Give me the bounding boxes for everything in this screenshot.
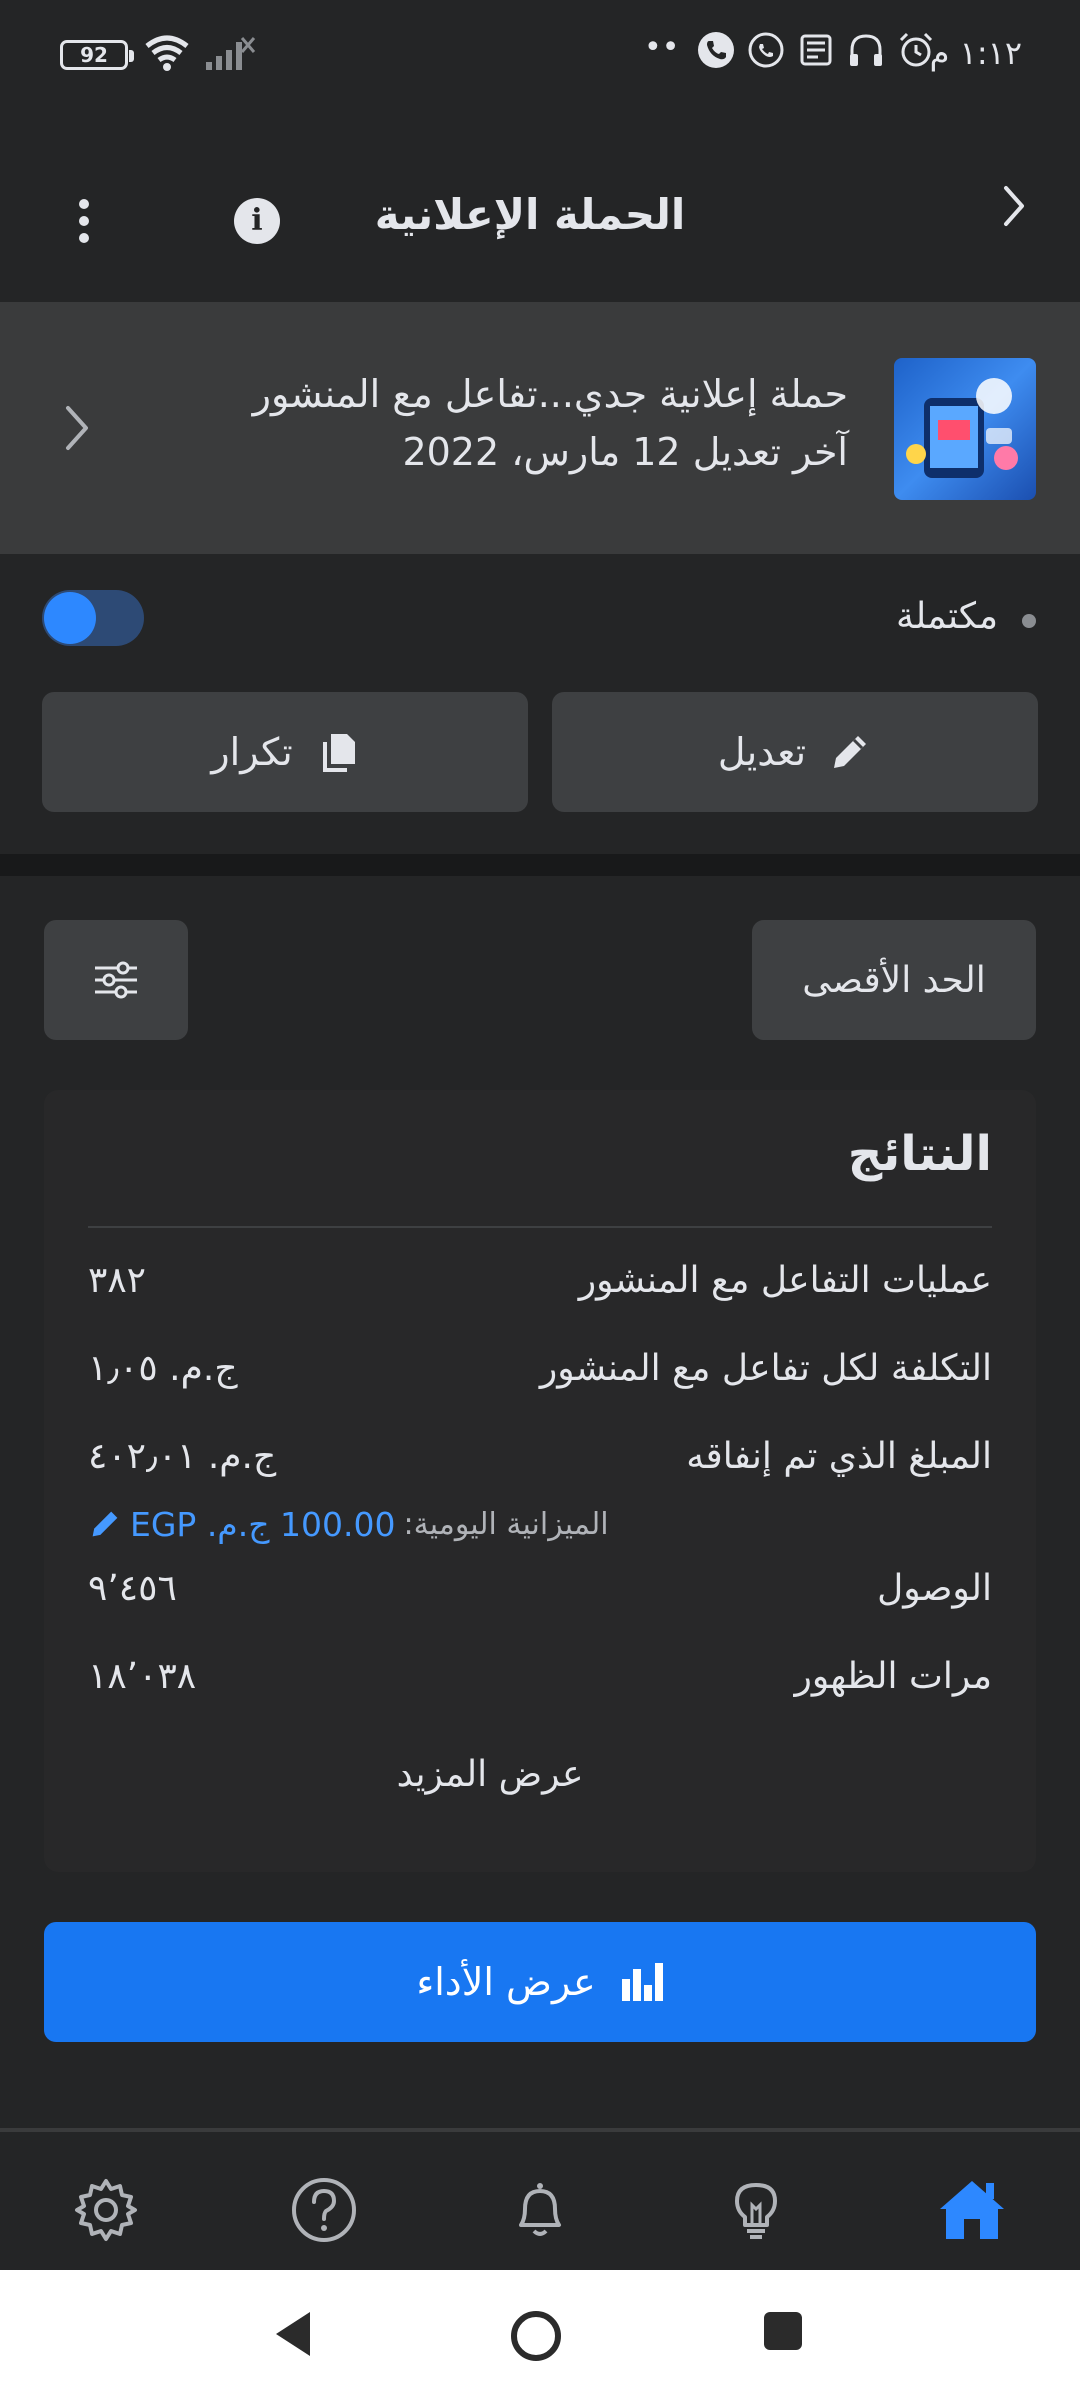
edit-label: تعديل: [717, 730, 807, 774]
battery-icon: 92: [60, 40, 134, 70]
result-row: عمليات التفاعل مع المنشور ٣٨٢: [88, 1260, 992, 1320]
app-header: i الحملة الإعلانية: [0, 110, 1080, 302]
copy-icon: [322, 734, 355, 772]
results-card: النتائج عمليات التفاعل مع المنشور ٣٨٢ ال…: [44, 1090, 1036, 1872]
headset-icon: [850, 34, 882, 66]
nav-help[interactable]: [284, 2170, 364, 2250]
result-label: عمليات التفاعل مع المنشور: [578, 1260, 992, 1301]
whatsapp-icon: [748, 32, 784, 68]
daily-budget-label: الميزانية اليومية:: [403, 1506, 609, 1542]
result-value: ٩٬٤٥٦: [88, 1568, 177, 1609]
result-value: ج.م. ٤٠٢٫٠١: [88, 1436, 277, 1477]
campaign-name: حملة إعلانية جدي...تفاعل مع المنشور: [252, 372, 848, 416]
help-icon: [292, 2178, 356, 2242]
status-dot: [1022, 614, 1036, 628]
chevron-left-icon[interactable]: [984, 176, 1044, 236]
results-divider: [88, 1226, 992, 1228]
result-label: المبلغ الذي تم إنفاقه: [686, 1436, 992, 1477]
result-value: ٣٨٢: [88, 1260, 147, 1301]
view-performance-label: عرض الأداء: [416, 1960, 596, 2004]
sliders-icon: [95, 961, 137, 999]
campaign-status-section: مكتملة تعديل تكرار: [0, 554, 1080, 854]
daily-budget-value[interactable]: 100.00 ج.م. EGP: [130, 1505, 396, 1544]
news-icon: [800, 34, 832, 66]
campaign-toggle[interactable]: [42, 590, 144, 646]
campaign-thumbnail: [894, 358, 1036, 500]
notifications-icon: [519, 2183, 561, 2236]
page-title: الحملة الإعلانية: [374, 190, 686, 239]
status-bar: 92 •• ١:١٢ م: [0, 0, 1080, 110]
result-value: ج.م. ١٫٠٥: [88, 1348, 238, 1389]
result-label: مرات الظهور: [794, 1656, 992, 1697]
chevron-right-icon: [66, 406, 88, 450]
home-circle-icon[interactable]: [508, 2308, 564, 2364]
view-performance-button[interactable]: عرض الأداء: [44, 1922, 1036, 2042]
edit-button[interactable]: تعديل: [552, 692, 1038, 812]
result-row: المبلغ الذي تم إنفاقه ج.م. ٤٠٢٫٠١: [88, 1436, 992, 1496]
bar-chart-icon: [621, 1963, 663, 2001]
system-nav-bar: [0, 2270, 1080, 2400]
back-triangle-icon[interactable]: [270, 2308, 316, 2360]
section-divider: [0, 854, 1080, 876]
result-row: الوصول ٩٬٤٥٦: [88, 1568, 992, 1628]
result-label: التكلفة لكل تفاعل مع المنشور: [539, 1348, 992, 1389]
recents-square-icon[interactable]: [760, 2308, 806, 2354]
clock: ١:١٢ م: [929, 34, 1022, 72]
result-row: التكلفة لكل تفاعل مع المنشور ج.م. ١٫٠٥: [88, 1348, 992, 1408]
toggle-knob: [44, 592, 96, 644]
signal-off-icon: [206, 37, 256, 70]
settings-icon: [75, 2179, 137, 2241]
campaign-last-edited: آخر تعديل 12 مارس، 2022: [402, 430, 848, 474]
result-label: الوصول: [877, 1568, 992, 1609]
wifi-icon: [145, 35, 189, 71]
pencil-icon: [834, 736, 867, 768]
home-icon: [940, 2181, 1004, 2239]
nav-settings[interactable]: [66, 2170, 146, 2250]
show-more-link[interactable]: عرض المزيد: [44, 1754, 1036, 1795]
nav-home[interactable]: [932, 2170, 1012, 2250]
phone-icon: [698, 32, 734, 68]
duplicate-button[interactable]: تكرار: [42, 692, 528, 812]
result-value: ١٨٬٠٣٨: [88, 1656, 197, 1697]
max-filter-button[interactable]: الحد الأقصى: [752, 920, 1036, 1040]
more-dots-icon: ••: [644, 30, 680, 65]
results-title: النتائج: [847, 1126, 992, 1182]
duplicate-label: تكرار: [211, 730, 293, 774]
pencil-icon[interactable]: [88, 1507, 122, 1541]
ideas-icon: [735, 2183, 777, 2239]
status-label: مكتملة: [895, 596, 998, 637]
filter-button[interactable]: [44, 920, 188, 1040]
bottom-nav-divider: [0, 2128, 1080, 2132]
result-row: مرات الظهور ١٨٬٠٣٨: [88, 1656, 992, 1716]
campaign-card[interactable]: حملة إعلانية جدي...تفاعل مع المنشور آخر …: [0, 302, 1080, 554]
nav-ideas[interactable]: [716, 2170, 796, 2250]
bottom-nav: [0, 2150, 1080, 2270]
daily-budget[interactable]: الميزانية اليومية: 100.00 ج.م. EGP: [88, 1502, 609, 1546]
nav-notifications[interactable]: [500, 2170, 580, 2250]
